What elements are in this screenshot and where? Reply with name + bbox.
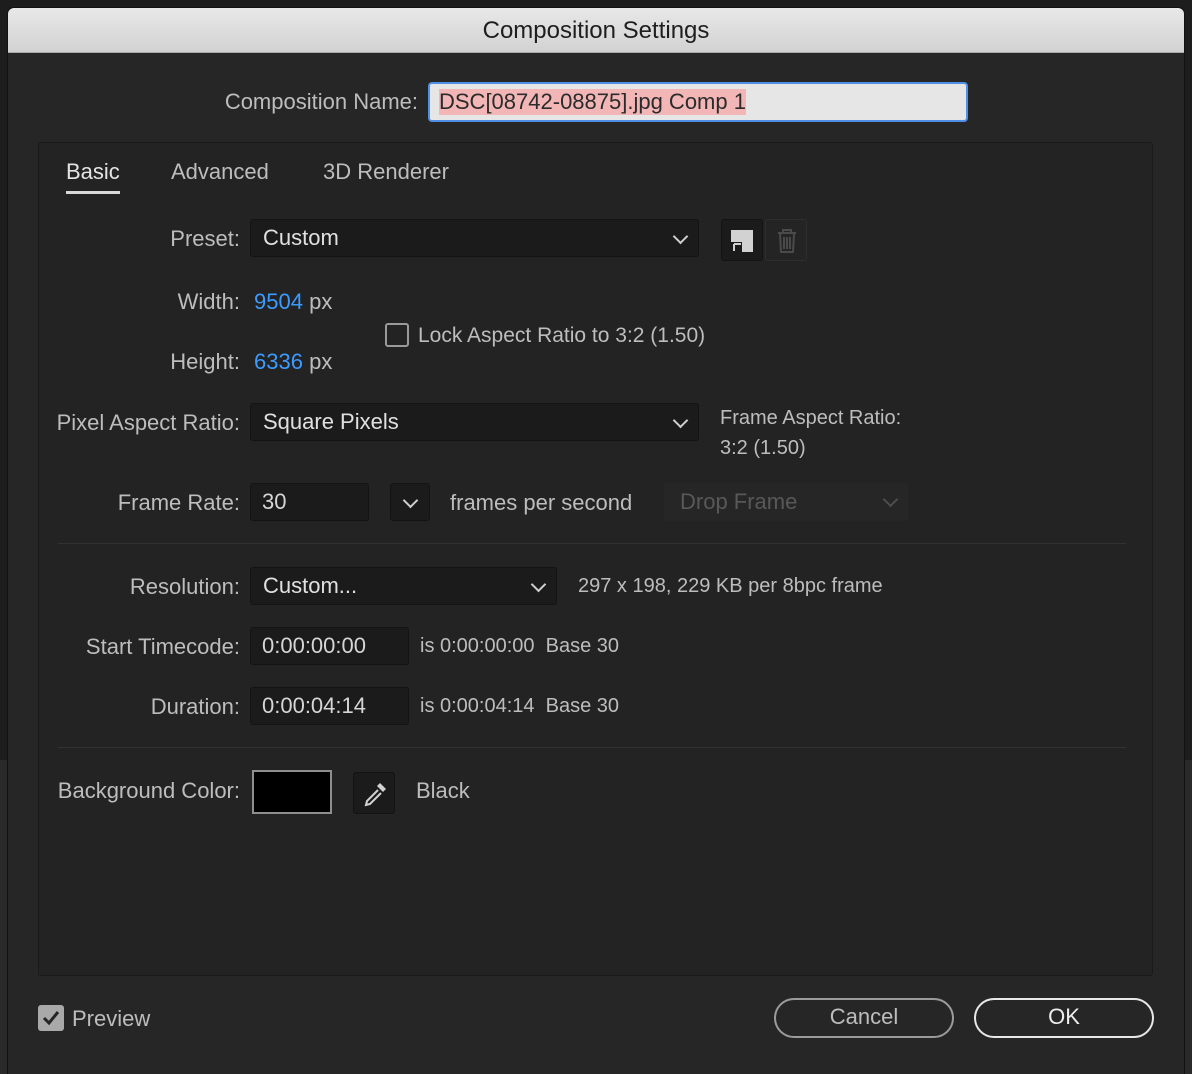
resolution-value: Custom...	[263, 573, 358, 598]
window-title: Composition Settings	[482, 17, 710, 44]
resolution-label: Resolution:	[129, 574, 240, 599]
background-app-edge-left	[0, 760, 8, 1074]
pixel-aspect-value: Square Pixels	[263, 409, 399, 434]
pixel-aspect-dropdown[interactable]: Square Pixels	[250, 403, 699, 441]
ok-button[interactable]: OK	[974, 998, 1154, 1038]
settings-panel	[38, 142, 1153, 976]
drop-frame-value: Drop Frame	[680, 489, 798, 514]
composition-name-input[interactable]: DSC[08742-08875].jpg Comp 1	[428, 82, 968, 122]
save-preset-icon	[731, 230, 753, 252]
background-color-swatch[interactable]	[252, 770, 332, 814]
duration-input[interactable]: 0:00:04:14	[250, 687, 409, 725]
frame-rate-label: Frame Rate:	[117, 490, 240, 515]
delete-preset-button[interactable]	[765, 219, 807, 261]
chevron-down-icon	[402, 492, 419, 509]
frame-rate-input[interactable]: 30	[250, 483, 369, 521]
tab-active-underline	[66, 191, 120, 194]
checkmark-icon	[42, 1011, 60, 1026]
preset-dropdown[interactable]: Custom	[250, 219, 699, 257]
resolution-info: 297 x 198, 229 KB per 8bpc frame	[578, 575, 883, 597]
eyedropper-icon	[364, 783, 386, 807]
preset-value: Custom	[263, 225, 339, 250]
duration-label: Duration:	[150, 694, 240, 719]
background-color-name: Black	[416, 778, 470, 803]
lock-aspect-label[interactable]: Lock Aspect Ratio to 3:2 (1.50)	[418, 324, 705, 348]
eyedropper-button[interactable]	[353, 772, 395, 814]
composition-settings-dialog: Composition Settings Composition Name: D…	[8, 8, 1184, 1074]
frame-aspect-label: Frame Aspect Ratio:	[720, 407, 902, 429]
width-value[interactable]: 9504 px	[254, 289, 332, 315]
duration-info: is 0:00:04:14 Base 30	[420, 695, 620, 717]
chevron-down-icon	[530, 576, 547, 593]
background-app-edge-right	[1184, 760, 1192, 1074]
start-timecode-info: is 0:00:00:00 Base 30	[420, 635, 620, 657]
trash-icon	[778, 229, 796, 253]
background-color-label: Background Color:	[57, 778, 240, 803]
cancel-button[interactable]: Cancel	[774, 998, 954, 1038]
chevron-down-icon	[882, 491, 899, 508]
preview-label[interactable]: Preview	[72, 1006, 150, 1032]
width-label: Width:	[177, 289, 240, 314]
composition-name-value: DSC[08742-08875].jpg Comp 1	[439, 89, 746, 115]
pixel-aspect-label: Pixel Aspect Ratio:	[56, 410, 240, 435]
tab-3d-renderer[interactable]: 3D Renderer	[323, 159, 449, 185]
preview-checkbox[interactable]	[38, 1005, 64, 1031]
height-label: Height:	[170, 349, 240, 374]
start-timecode-label: Start Timecode:	[85, 634, 240, 659]
save-preset-button[interactable]	[721, 219, 763, 261]
composition-name-label: Composition Name:	[224, 89, 418, 114]
frame-aspect-value: 3:2 (1.50)	[720, 437, 806, 459]
chevron-down-icon	[672, 228, 689, 245]
chevron-down-icon	[672, 412, 689, 429]
preset-label: Preset:	[170, 226, 240, 251]
frame-rate-dropdown-button[interactable]	[390, 483, 430, 521]
frame-rate-unit: frames per second	[450, 490, 633, 515]
title-bar: Composition Settings	[8, 8, 1184, 53]
drop-frame-dropdown: Drop Frame	[664, 483, 908, 521]
tab-advanced[interactable]: Advanced	[171, 159, 269, 185]
tab-basic[interactable]: Basic	[66, 159, 120, 194]
section-divider	[58, 747, 1126, 748]
start-timecode-input[interactable]: 0:00:00:00	[250, 627, 409, 665]
section-divider	[58, 543, 1126, 544]
resolution-dropdown[interactable]: Custom...	[250, 567, 557, 605]
height-value[interactable]: 6336 px	[254, 349, 332, 375]
lock-aspect-checkbox[interactable]	[385, 323, 409, 347]
